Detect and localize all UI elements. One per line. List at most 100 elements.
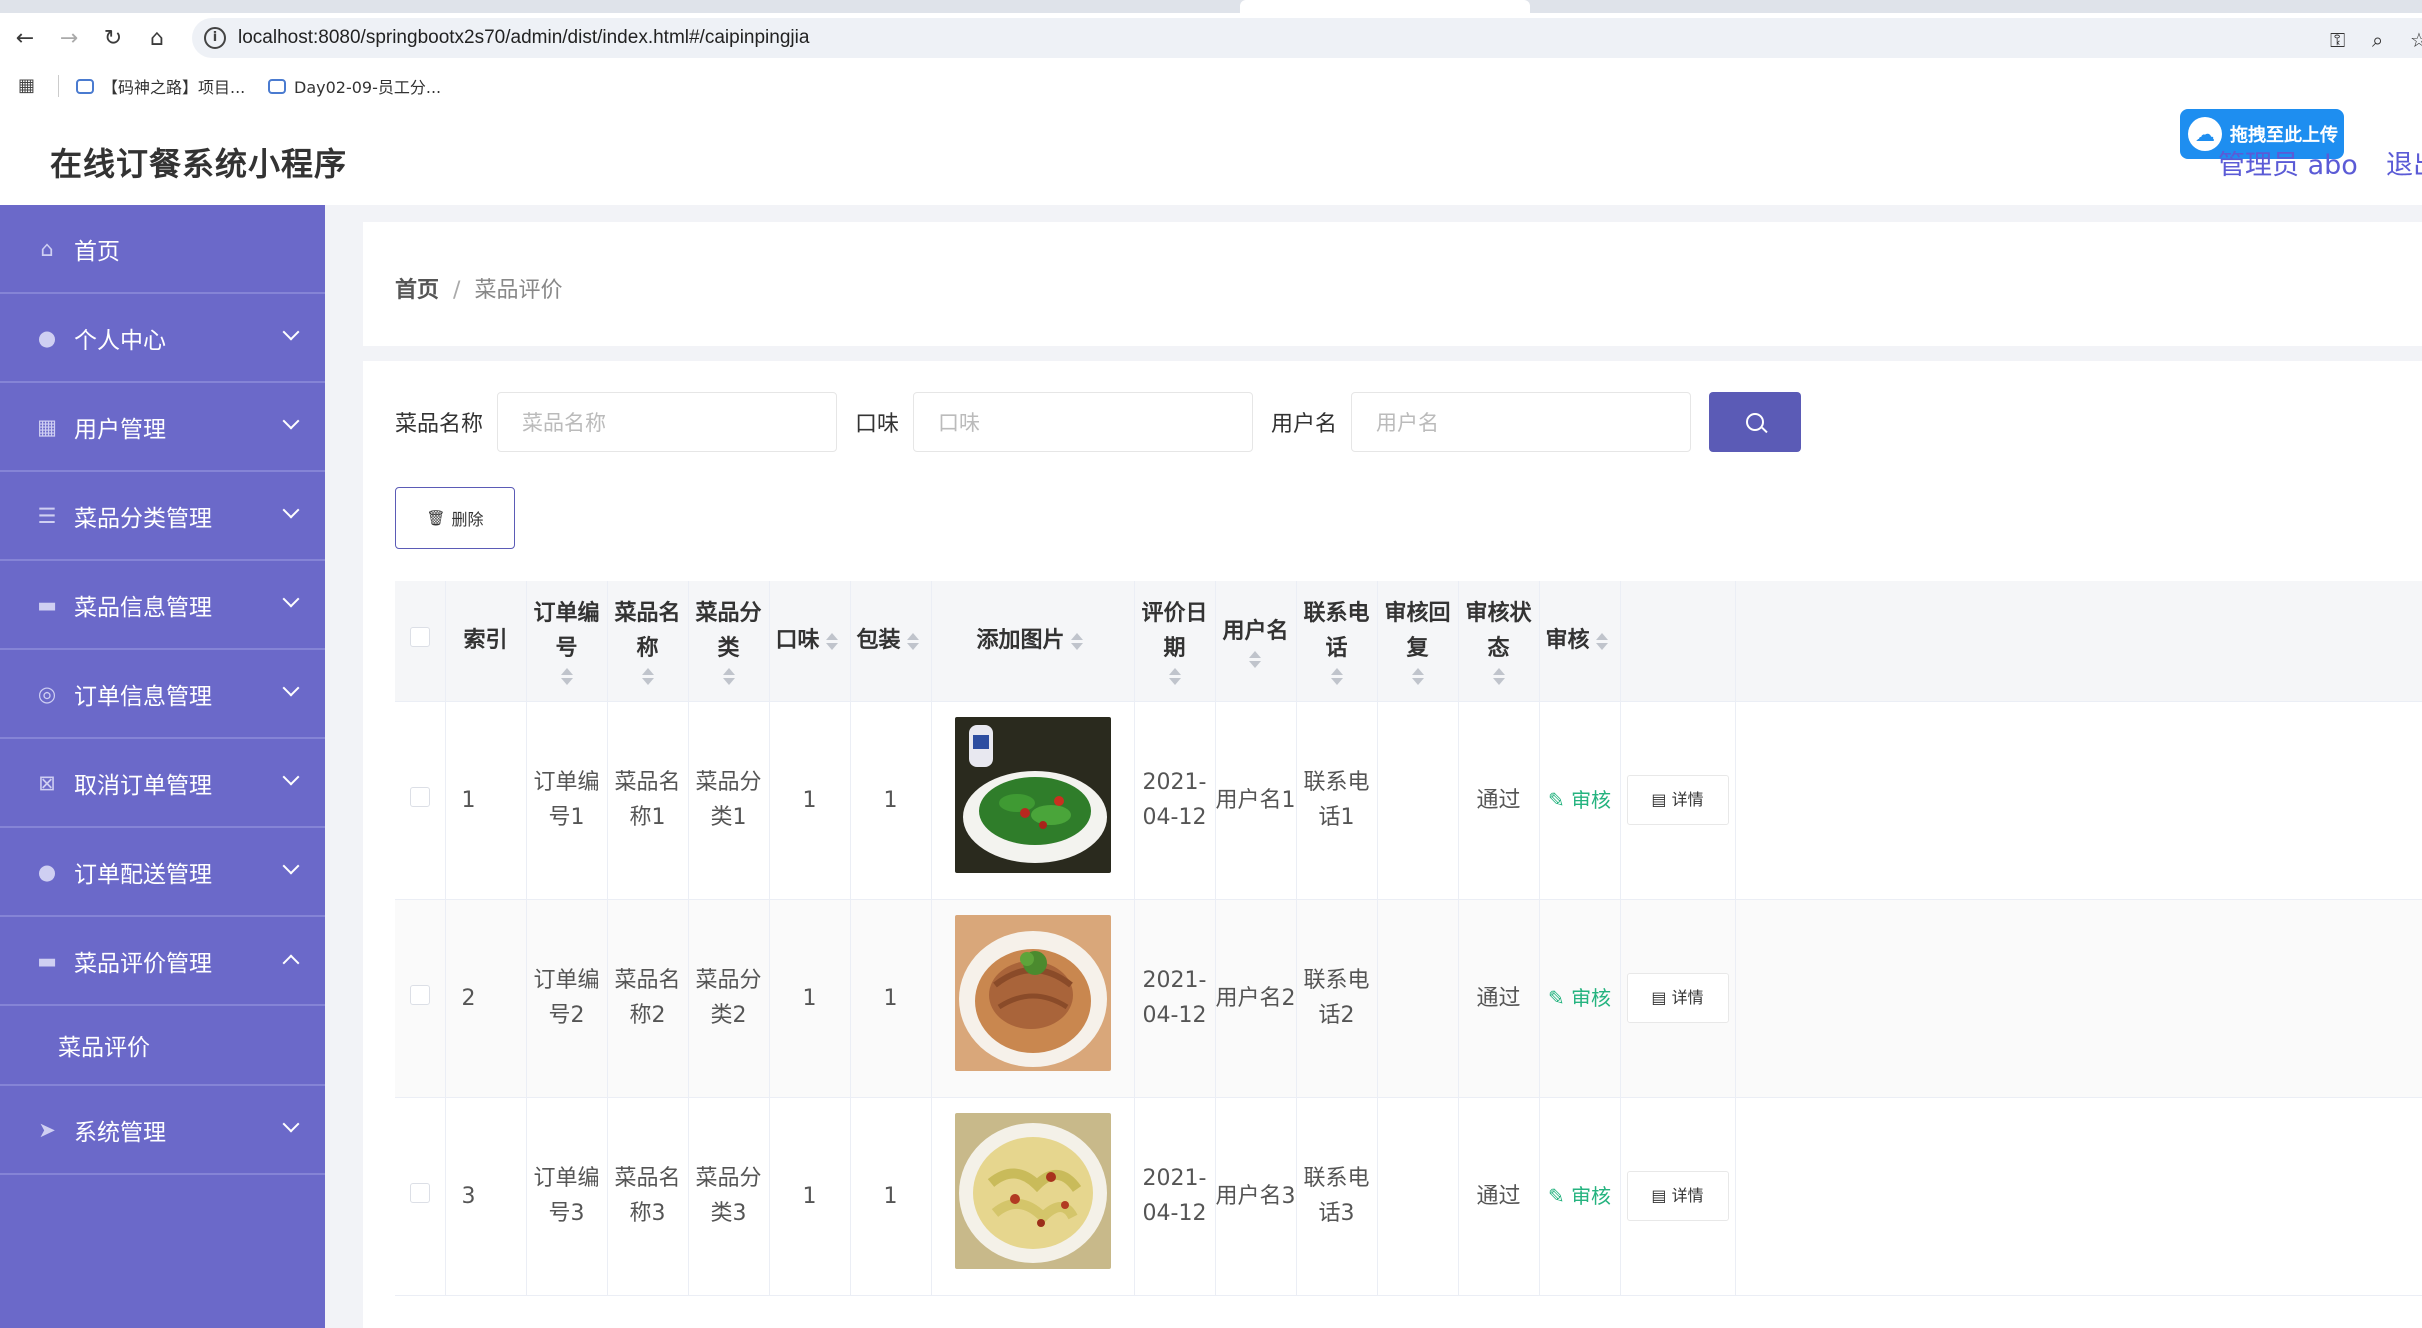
cell-text: 订单编号1: [533, 770, 600, 830]
sidebar-item-dish-category[interactable]: ☰ 菜品分类管理: [0, 472, 325, 561]
row-audit-reply: [1377, 899, 1459, 1098]
dish-name-input[interactable]: 菜品名称: [497, 392, 838, 452]
sidebar-item-profile[interactable]: ● 个人中心: [0, 294, 325, 383]
select-all-checkbox[interactable]: [409, 627, 430, 648]
header-label: 审核状态: [1465, 601, 1532, 662]
sort-caret-icon[interactable]: [1330, 668, 1343, 686]
bilibili-icon: [268, 78, 286, 94]
edit-icon: ✎: [1547, 1183, 1572, 1208]
sidebar-item-system[interactable]: ➤ 系统管理: [0, 1086, 325, 1175]
row-order-no: 订单编号3: [526, 1097, 608, 1296]
th-order-no[interactable]: 订单编号: [526, 581, 608, 702]
th-actions: [1620, 581, 1736, 702]
home-page-icon[interactable]: ⌂: [142, 23, 172, 53]
th-taste[interactable]: 口味: [769, 581, 851, 702]
zoom-icon[interactable]: ⌕: [2372, 28, 2383, 52]
bookmark-item[interactable]: Day02-09-员工分...: [268, 73, 441, 99]
sort-caret-icon[interactable]: [1070, 633, 1083, 651]
delete-button-label: 删除: [451, 510, 484, 529]
sidebar-item-reviews[interactable]: ▬ 菜品评价管理: [0, 917, 325, 1006]
sort-caret-icon[interactable]: [1595, 633, 1608, 651]
chevron-down-icon: [282, 768, 300, 786]
back-icon[interactable]: ←: [10, 23, 40, 53]
sidebar-item-order-info[interactable]: ◎ 订单信息管理: [0, 650, 325, 739]
address-bar[interactable]: i localhost:8080/springbootx2s70/admin/d…: [192, 18, 2422, 58]
th-dish-category[interactable]: 菜品分类: [688, 581, 770, 702]
sort-caret-icon[interactable]: [906, 633, 919, 651]
row-checkbox[interactable]: [409, 786, 430, 807]
breadcrumb-home[interactable]: 首页: [395, 278, 439, 303]
audit-link[interactable]: ✎ 审核: [1548, 986, 1611, 1010]
row-username: 用户名2: [1215, 899, 1297, 1098]
sidebar: ⌂ 首页 ● 个人中心 ▦ 用户管理 ☰ 菜品分类管理 ▬ 菜品信息管理 ◎ 订…: [0, 205, 325, 1328]
sort-caret-icon[interactable]: [722, 668, 735, 686]
taste-input[interactable]: 口味: [913, 392, 1254, 452]
document-icon: ▤: [1651, 790, 1672, 809]
order-icon: ◎: [37, 681, 57, 706]
th-audit-status[interactable]: 审核状态: [1458, 581, 1540, 702]
row-phone: 联系电话2: [1296, 899, 1378, 1098]
sort-caret-icon[interactable]: [560, 668, 573, 686]
sidebar-item-label: 菜品评价管理: [74, 950, 212, 977]
audit-link[interactable]: ✎ 审核: [1548, 1184, 1611, 1208]
delete-button[interactable]: 🗑 删除: [395, 487, 515, 549]
sidebar-item-delivery[interactable]: ● 订单配送管理: [0, 828, 325, 917]
sidebar-item-home[interactable]: ⌂ 首页: [0, 205, 325, 294]
sort-caret-icon[interactable]: [825, 633, 838, 651]
sort-caret-icon[interactable]: [1168, 668, 1181, 686]
row-taste: 1: [769, 1097, 851, 1296]
sort-caret-icon[interactable]: [1492, 668, 1505, 686]
search-button[interactable]: [1709, 392, 1802, 452]
row-audit-status: 通过: [1458, 701, 1540, 900]
detail-button[interactable]: ▤ 详情: [1626, 1171, 1729, 1221]
sidebar-item-label: 订单配送管理: [74, 861, 212, 888]
detail-button[interactable]: ▤ 详情: [1626, 973, 1729, 1023]
app-header: 在线订餐系统小程序 ☁ 拖拽至此上传 管理员 abo 退出: [0, 109, 2422, 205]
bookmark-item[interactable]: 【码神之路】项目...: [76, 73, 245, 99]
sort-caret-icon[interactable]: [1411, 668, 1424, 686]
audit-link[interactable]: ✎ 审核: [1548, 788, 1611, 812]
site-info-icon[interactable]: i: [204, 27, 226, 49]
cell-text: 2021-04-12: [1142, 770, 1207, 830]
row-username: 用户名1: [1215, 701, 1297, 900]
row-checkbox[interactable]: [409, 1182, 430, 1203]
row-username: 用户名3: [1215, 1097, 1297, 1296]
sidebar-item-dish-info[interactable]: ▬ 菜品信息管理: [0, 561, 325, 650]
sidebar-item-label: 用户管理: [74, 416, 166, 443]
row-dish-category: 菜品分类1: [688, 701, 770, 900]
header-label: 用户名: [1222, 618, 1289, 644]
th-packaging[interactable]: 包装: [850, 581, 932, 702]
th-index: 索引: [445, 581, 527, 702]
th-image[interactable]: 添加图片: [931, 581, 1135, 702]
detail-button[interactable]: ▤ 详情: [1626, 775, 1729, 825]
username-input[interactable]: 用户名: [1351, 392, 1692, 452]
reload-icon[interactable]: ↻: [98, 23, 128, 53]
grid-icon: ▦: [37, 414, 57, 439]
active-tab[interactable]: [1240, 0, 1530, 13]
row-checkbox[interactable]: [409, 984, 430, 1005]
sidebar-subitem-dish-review[interactable]: 菜品评价: [0, 1006, 325, 1086]
table-row: 2 订单编号2 菜品名称2 菜品分类2 1 1 2021-04-12 用户名2 …: [395, 899, 2422, 1098]
forward-icon[interactable]: →: [54, 23, 84, 53]
password-key-icon[interactable]: ⚿: [2330, 28, 2345, 52]
apps-grid-icon[interactable]: ▦: [18, 75, 35, 96]
th-phone[interactable]: 联系电话: [1296, 581, 1378, 702]
sidebar-item-users[interactable]: ▦ 用户管理: [0, 383, 325, 472]
th-username[interactable]: 用户名: [1215, 581, 1297, 702]
home-icon: ⌂: [40, 236, 54, 261]
header-label: 包装: [856, 628, 901, 654]
th-audit[interactable]: 审核: [1539, 581, 1621, 702]
sort-caret-icon[interactable]: [1249, 650, 1262, 668]
bookmark-star-icon[interactable]: ☆: [2410, 28, 2422, 52]
logout-link[interactable]: 退出: [2386, 143, 2422, 182]
sidebar-item-cancel-order[interactable]: ⊠ 取消订单管理: [0, 739, 325, 828]
breadcrumb: 首页 / 菜品评价: [395, 272, 562, 304]
th-dish-name[interactable]: 菜品名称: [607, 581, 689, 702]
sort-caret-icon[interactable]: [641, 668, 654, 686]
sidebar-item-label: 菜品分类管理: [74, 505, 212, 532]
th-spacer: [1735, 581, 2422, 702]
cell-text: 菜品分类3: [695, 1166, 762, 1226]
header-label: 口味: [775, 628, 820, 654]
th-audit-reply[interactable]: 审核回复: [1377, 581, 1459, 702]
th-review-date[interactable]: 评价日期: [1134, 581, 1216, 702]
